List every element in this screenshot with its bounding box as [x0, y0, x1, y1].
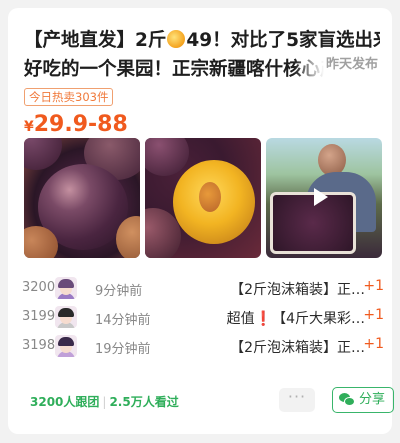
order-time: 14分钟前	[95, 313, 151, 328]
order-quantity: +1	[363, 336, 384, 352]
order-product: 【2斤泡沫箱装】正…	[230, 340, 365, 356]
recent-orders-list: 3200 9分钟前 【2斤泡沫箱装】正… +1 3199 14分钟前 超值❗【4…	[22, 274, 384, 361]
order-time: 19分钟前	[95, 342, 151, 357]
title-fade	[294, 55, 324, 84]
plum-box-shape	[270, 192, 356, 254]
order-index: 3200	[22, 280, 56, 295]
price: ¥29.9-88	[24, 112, 128, 137]
order-product: 超值❗【4斤大果彩…	[226, 311, 365, 327]
photo-gallery	[24, 138, 384, 258]
more-button[interactable]: ···	[279, 388, 315, 412]
title-text-part1: 【产地直发】2斤	[24, 30, 167, 51]
title-text-line2: 好吃的一个果园！正宗新疆喀什核心产区	[24, 59, 324, 80]
views-count: 2.5万人看过	[109, 395, 179, 409]
order-row[interactable]: 3199 14分钟前 超值❗【4斤大果彩… +1	[22, 303, 384, 332]
followers-count: 3200人跟团	[30, 395, 100, 409]
hot-sale-badge: 今日热卖303件	[24, 88, 114, 106]
stats-divider: |	[102, 395, 107, 409]
order-quantity: +1	[363, 307, 384, 323]
share-button[interactable]: 分享	[332, 387, 394, 413]
order-index: 3198	[22, 338, 56, 353]
order-time: 9分钟前	[95, 284, 143, 299]
play-icon[interactable]	[314, 188, 328, 206]
order-index: 3199	[22, 309, 56, 324]
plum-photo[interactable]	[24, 138, 140, 258]
plum-pit-shape	[199, 182, 221, 212]
video-farmer-photo[interactable]	[266, 138, 382, 258]
title-text-part2: 49！对比了5家盲选出来最	[186, 30, 380, 51]
price-currency: ¥	[24, 119, 34, 135]
order-quantity: +1	[363, 278, 384, 294]
plum-shape	[24, 138, 62, 170]
order-row[interactable]: 3200 9分钟前 【2斤泡沫箱装】正… +1	[22, 274, 384, 303]
money-bag-icon	[167, 30, 186, 48]
posted-time: 昨天发布	[325, 57, 378, 72]
plum-shape	[145, 138, 189, 176]
wechat-icon	[339, 393, 355, 407]
avatar	[55, 306, 77, 328]
group-buy-card[interactable]: 【产地直发】2斤 49！对比了5家盲选出来最 好吃的一个果园！正宗新疆喀什核心产区…	[8, 8, 394, 434]
footer-stats: 3200人跟团 | 2.5万人看过	[30, 393, 179, 410]
avatar	[55, 277, 77, 299]
avatar	[55, 335, 77, 357]
share-label: 分享	[359, 392, 386, 407]
order-row[interactable]: 3198 19分钟前 【2斤泡沫箱装】正… +1	[22, 332, 384, 361]
cut-plum-photo[interactable]	[145, 138, 261, 258]
price-range: 29.9-88	[33, 112, 128, 137]
order-product: 【2斤泡沫箱装】正…	[230, 282, 365, 298]
